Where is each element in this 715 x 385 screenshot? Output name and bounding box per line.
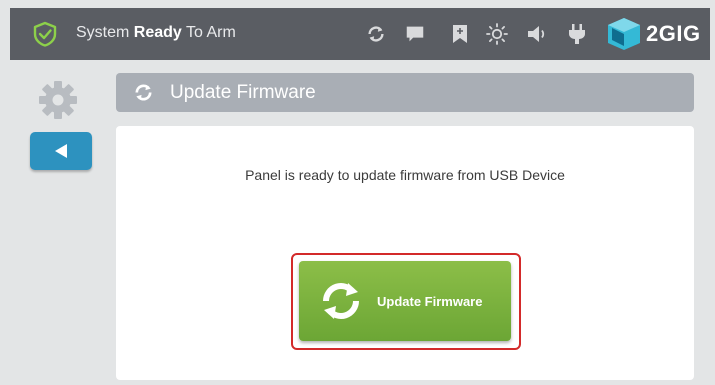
system-status: System Ready To Arm	[76, 24, 236, 42]
brand-cube-icon	[608, 18, 640, 50]
power-plug-icon[interactable]	[565, 22, 589, 46]
page-title: Update Firmware	[170, 82, 316, 103]
panel-screen: System Ready To Arm 2GIG Update Firmware…	[0, 0, 715, 385]
status-bold: Ready	[133, 24, 182, 41]
back-arrow-icon	[55, 144, 67, 158]
status-bar: System Ready To Arm 2GIG	[10, 8, 710, 60]
page-header: Update Firmware	[116, 73, 694, 112]
brand-name: 2GIG	[646, 21, 701, 46]
back-button[interactable]	[30, 132, 92, 170]
content-panel: Panel is ready to update firmware from U…	[116, 126, 694, 380]
sync-icon	[323, 283, 359, 319]
update-firmware-button[interactable]: Update Firmware	[299, 261, 511, 341]
gear-icon[interactable]	[38, 80, 78, 120]
shield-check-icon	[33, 21, 57, 47]
status-suffix: To Arm	[181, 24, 236, 41]
sync-icon	[135, 84, 152, 101]
sync-icon[interactable]	[364, 22, 388, 46]
update-firmware-label: Update Firmware	[377, 293, 483, 309]
brand-logo: 2GIG	[606, 18, 701, 50]
message-text: Panel is ready to update firmware from U…	[245, 167, 565, 183]
firmware-message: Panel is ready to update firmware from U…	[116, 166, 694, 184]
message-icon[interactable]	[403, 22, 427, 46]
volume-icon[interactable]	[526, 22, 550, 46]
brightness-icon[interactable]	[485, 22, 509, 46]
bookmark-icon[interactable]	[448, 22, 472, 46]
status-prefix: System	[76, 24, 134, 41]
